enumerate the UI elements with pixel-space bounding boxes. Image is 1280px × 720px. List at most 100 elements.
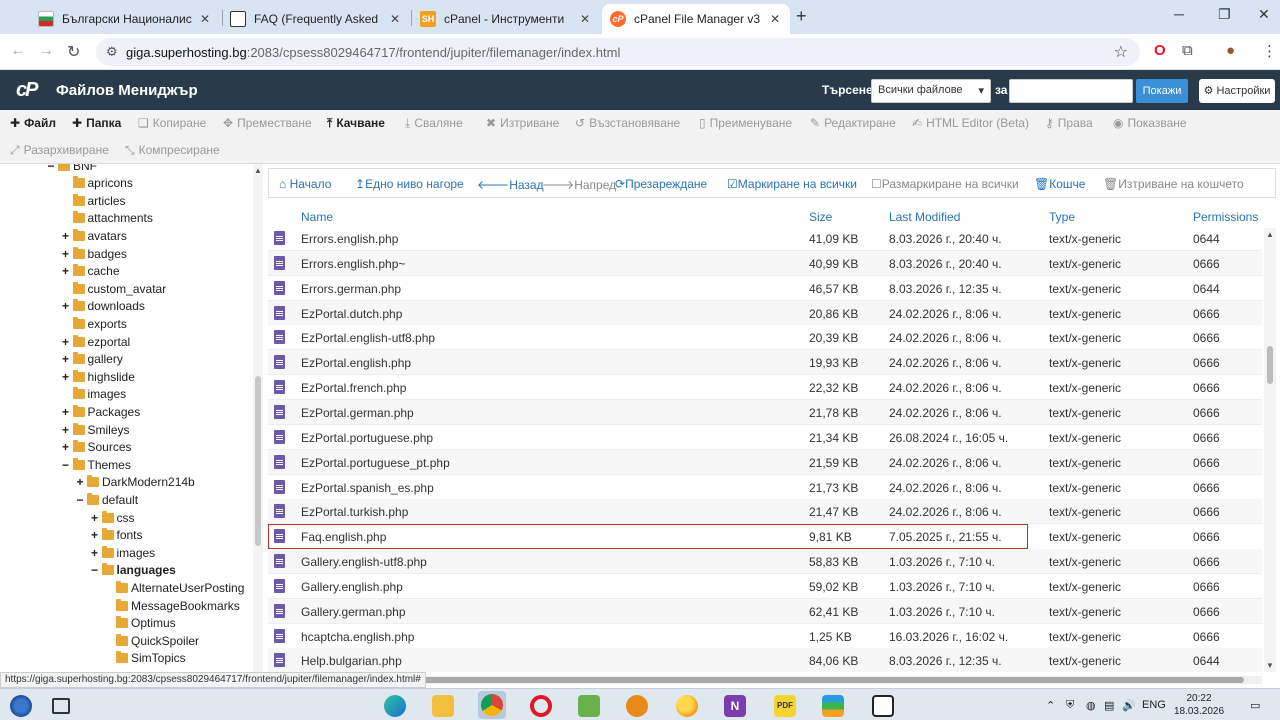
close-icon[interactable]: ✕ <box>198 12 212 26</box>
back-arrow-icon[interactable]: ← <box>10 42 26 60</box>
tree-folder-item[interactable]: SimTopics <box>104 650 186 667</box>
reload-button[interactable]: ⟳Презареждане <box>615 177 707 191</box>
collapse-minus-icon[interactable]: − <box>90 563 100 577</box>
search-show-button[interactable]: Покажи <box>1136 79 1188 103</box>
tree-folder-item[interactable]: + Sources <box>61 439 132 456</box>
opera-taskbar-icon[interactable] <box>530 695 552 717</box>
table-row[interactable]: Errors.english.php 41,09 KB 8.03.2026 г., … <box>268 226 1262 251</box>
tree-folder-item[interactable]: + cache <box>61 263 120 280</box>
table-row[interactable]: EzPortal.dutch.php 20,86 KB 24.02.2026 г.,… <box>268 300 1262 326</box>
expand-plus-icon[interactable]: + <box>61 440 71 454</box>
app-icon[interactable] <box>626 695 648 717</box>
tree-folder-item[interactable]: MessageBookmarks <box>104 597 240 614</box>
rename-button[interactable]: ▯ Преименуване <box>699 116 792 130</box>
edit-button[interactable]: ✎ Редактиране <box>810 116 896 130</box>
expand-plus-icon[interactable]: + <box>61 405 71 419</box>
new-folder-button[interactable]: ✚ Папка <box>72 116 121 130</box>
browser-tab-4-active[interactable]: cP cPanel File Manager v3 ✕ <box>602 4 790 34</box>
start-icon[interactable] <box>10 695 32 717</box>
restore-window-icon[interactable]: ❐ <box>1218 6 1231 23</box>
tree-folder-item[interactable]: attachments <box>61 210 153 227</box>
scroll-thumb[interactable] <box>414 677 1244 683</box>
table-row[interactable]: EzPortal.spanish_es.php 21,73 KB 24.02.202… <box>268 474 1262 500</box>
table-row[interactable]: EzPortal.french.php 22,32 KB 24.02.2026 г.… <box>268 375 1262 401</box>
tree-folder-item[interactable]: apricons <box>61 175 133 192</box>
bookmark-star-icon[interactable]: ☆ <box>1114 42 1128 62</box>
expand-plus-icon[interactable]: + <box>61 335 71 349</box>
table-row[interactable]: Gallery.german.php 62,41 KB 1.03.2026 г., … <box>268 598 1262 624</box>
tree-folder-item[interactable]: + highslide <box>61 368 135 385</box>
compress-button[interactable]: ⤡ Компресиране <box>125 143 220 158</box>
pdf-app-icon[interactable]: PDF <box>774 695 796 717</box>
extract-button[interactable]: ⤢ Разархивиране <box>10 143 109 158</box>
forward-button[interactable]: 🡒Напред <box>542 177 616 192</box>
search-scope-select[interactable]: Всички файлове <box>871 79 991 103</box>
tree-folder-item[interactable]: images <box>61 386 126 403</box>
tree-folder-item[interactable]: exports <box>61 315 127 332</box>
table-row[interactable]: Errors.german.php 46,57 KB 8.03.2026 г., 1… <box>268 275 1262 301</box>
unselect-all-button[interactable]: ☐Размаркиране на всички <box>871 177 1019 191</box>
close-icon[interactable]: ✕ <box>578 12 592 26</box>
delete-button[interactable]: ✖ Изтриване <box>486 116 559 130</box>
tree-folder-item[interactable]: + gallery <box>61 351 123 368</box>
scroll-down-icon[interactable]: ▼ <box>1266 661 1274 670</box>
system-clock[interactable]: 20:22 18.03.2026 г. <box>1172 692 1226 720</box>
table-row[interactable]: EzPortal.german.php 21,78 KB 24.02.2026 г.… <box>268 399 1262 425</box>
scroll-up-icon[interactable]: ▲ <box>254 166 262 175</box>
file-list-scrollbar[interactable]: ▲ ▼ <box>1264 228 1276 672</box>
notifications-icon[interactable]: ▭ <box>1250 699 1260 712</box>
network-icon[interactable]: ▤ <box>1104 699 1114 712</box>
chrome-icon[interactable] <box>481 694 503 716</box>
table-row[interactable]: EzPortal.english.php 19,93 KB 24.02.2026 г… <box>268 350 1262 376</box>
expand-plus-icon[interactable]: + <box>61 247 71 261</box>
expand-plus-icon[interactable]: + <box>61 264 71 278</box>
table-row[interactable]: EzPortal.portuguese_pt.php 21,59 KB 24.02.… <box>268 449 1262 475</box>
expand-plus-icon[interactable]: + <box>90 546 100 560</box>
collapse-minus-icon[interactable]: − <box>75 493 85 507</box>
browser-tab-2[interactable]: FAQ (Frequently Asked Questio ✕ <box>222 4 410 34</box>
expand-plus-icon[interactable]: + <box>90 511 100 525</box>
table-row[interactable]: EzPortal.turkish.php 21,47 KB 24.02.2026 г… <box>268 499 1262 525</box>
column-header-type[interactable]: Type <box>1049 210 1075 224</box>
scroll-thumb[interactable] <box>1267 346 1273 384</box>
trash-button[interactable]: 🗑Кошче <box>1034 177 1085 191</box>
restore-button[interactable]: ↺ Възстановяване <box>575 116 680 130</box>
stacked-app-icon[interactable] <box>822 695 844 717</box>
scroll-up-icon[interactable]: ▲ <box>1266 230 1274 239</box>
expand-plus-icon[interactable]: + <box>61 370 71 384</box>
copy-button[interactable]: ❏ Копиране <box>138 116 206 130</box>
opera-icon[interactable]: O <box>1154 42 1166 59</box>
column-header-modified[interactable]: Last Modified <box>889 210 960 224</box>
tree-folder-item[interactable]: + Smileys <box>61 421 130 438</box>
view-button[interactable]: ◉ Показване <box>1113 116 1187 130</box>
tray-chevron-icon[interactable]: ⌃ <box>1046 699 1055 712</box>
tree-folder-item[interactable]: Optimus <box>104 615 176 632</box>
upload-button[interactable]: ⤒ Качване <box>327 116 385 131</box>
table-row[interactable]: EzPortal.portuguese.php 21,34 KB 26.08.202… <box>268 424 1262 450</box>
extensions-puzzle-icon[interactable]: ⧉ <box>1182 42 1193 59</box>
select-all-button[interactable]: ☑Маркиране на всички <box>727 177 857 191</box>
tree-folder-item[interactable]: + images <box>90 544 155 561</box>
table-row[interactable]: hcaptcha.english.php 1,25 KB 16.03.2026 г.… <box>268 623 1262 649</box>
chart-app-icon[interactable] <box>578 695 600 717</box>
tree-folder-item[interactable]: − BNF <box>46 164 97 174</box>
task-view-icon[interactable] <box>52 698 70 714</box>
tree-folder-item[interactable]: + downloads <box>61 298 145 315</box>
close-icon[interactable]: ✕ <box>388 12 402 26</box>
expand-plus-icon[interactable]: + <box>61 423 71 437</box>
table-row[interactable]: Gallery.english-utf8.php 58,83 KB 1.03.202… <box>268 549 1262 575</box>
tree-folder-item[interactable]: + avatars <box>61 227 127 244</box>
download-button[interactable]: ⤓ Сваляне <box>405 116 463 131</box>
tree-folder-item[interactable]: − default <box>75 491 138 508</box>
fox-app-icon[interactable] <box>872 695 894 717</box>
horizontal-scrollbar[interactable] <box>402 676 1262 684</box>
column-header-size[interactable]: Size <box>809 210 832 224</box>
expand-plus-icon[interactable]: + <box>75 475 85 489</box>
move-button[interactable]: ✥ Преместване <box>223 116 312 130</box>
table-row[interactable]: Gallery.english.php 59,02 KB 1.03.2026 г.,… <box>268 573 1262 599</box>
search-input[interactable] <box>1009 79 1133 103</box>
tree-scrollbar[interactable]: ▲ <box>253 164 263 672</box>
new-file-button[interactable]: ✚ Файл <box>10 116 56 130</box>
settings-button[interactable]: ⚙ Настройки <box>1199 79 1275 103</box>
site-settings-icon[interactable]: ⚙ <box>106 44 118 60</box>
